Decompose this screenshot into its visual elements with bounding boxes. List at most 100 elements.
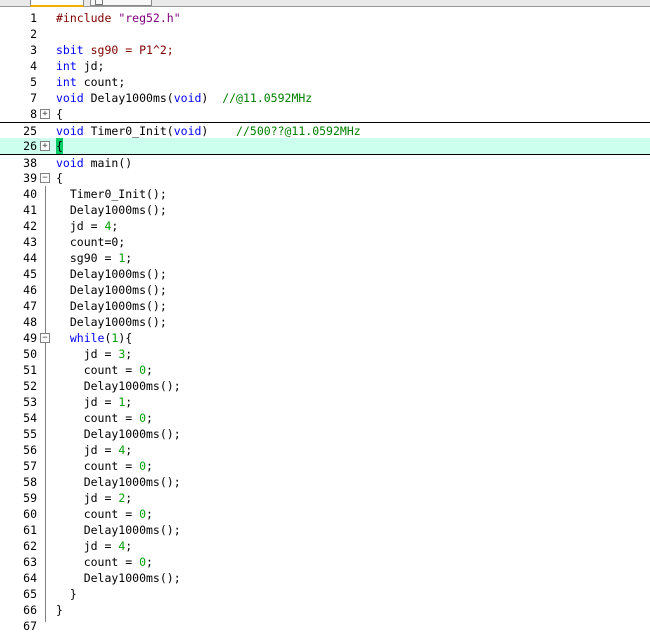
code-text: Delay1000ms(); <box>56 379 181 393</box>
code-line-54[interactable]: 54 count = 0; <box>0 410 650 426</box>
line-number: 65 <box>23 587 37 601</box>
line-number: 55 <box>23 427 37 441</box>
code-text: count = 0; <box>56 507 153 521</box>
code-line-5[interactable]: 5 int count; <box>0 74 650 90</box>
line-number: 42 <box>23 219 37 233</box>
code-line-53[interactable]: 53 jd = 1; <box>0 394 650 410</box>
line-number: 41 <box>23 203 37 217</box>
fold-expand-icon[interactable]: + <box>40 109 50 119</box>
code-line-41[interactable]: 41 Delay1000ms(); <box>0 202 650 218</box>
code-line-65[interactable]: 65 } <box>0 586 650 602</box>
code-line-39[interactable]: 39 − { <box>0 170 650 186</box>
code-text: Delay1000ms(); <box>56 427 181 441</box>
code-line-26[interactable]: 26 + { <box>0 138 650 154</box>
line-number: 38 <box>23 156 37 170</box>
code-text: Delay1000ms(); <box>56 315 167 329</box>
code-line-3[interactable]: 3 sbit sg90 = P1^2; <box>0 42 650 58</box>
code-line-8[interactable]: 8 + { <box>0 106 650 122</box>
code-line-52[interactable]: 52 Delay1000ms(); <box>0 378 650 394</box>
code-text: count = 0; <box>56 459 153 473</box>
code-text: { <box>56 171 63 185</box>
line-number: 5 <box>30 75 37 89</box>
line-number: 60 <box>23 507 37 521</box>
code-line-55[interactable]: 55 Delay1000ms(); <box>0 426 650 442</box>
code-text: int jd; <box>56 59 105 73</box>
code-text: Delay1000ms(); <box>56 299 167 313</box>
code-line-48[interactable]: 48 Delay1000ms(); <box>0 314 650 330</box>
code-text: Delay1000ms(); <box>56 523 181 537</box>
code-text: } <box>56 587 77 601</box>
code-text: jd = 3; <box>56 347 133 361</box>
line-number: 61 <box>23 523 37 537</box>
code-text: jd = 4; <box>56 443 133 457</box>
line-number: 66 <box>23 603 37 617</box>
code-line-44[interactable]: 44 sg90 = 1; <box>0 250 650 266</box>
line-number: 46 <box>23 283 37 297</box>
code-line-40[interactable]: 40 Timer0_Init(); <box>0 186 650 202</box>
fold-expand-icon[interactable]: + <box>40 141 50 151</box>
line-number: 4 <box>30 59 37 73</box>
code-text: jd = 1; <box>56 395 133 409</box>
code-text: void Delay1000ms(void) //@11.0592MHz <box>56 91 313 105</box>
line-number: 64 <box>23 571 37 585</box>
code-line-1[interactable]: 1 #include "reg52.h" <box>0 10 650 26</box>
code-line-61[interactable]: 61 Delay1000ms(); <box>0 522 650 538</box>
code-text: count = 0; <box>56 555 153 569</box>
line-number: 8 <box>30 107 37 121</box>
code-line-4[interactable]: 4 int jd; <box>0 58 650 74</box>
code-text: count = 0; <box>56 363 153 377</box>
code-text: count=0; <box>56 235 126 249</box>
code-text: jd = 4; <box>56 539 133 553</box>
line-number: 39 <box>23 171 37 185</box>
line-number: 50 <box>23 347 37 361</box>
code-line-46[interactable]: 46 Delay1000ms(); <box>0 282 650 298</box>
code-text: jd = 4; <box>56 219 119 233</box>
line-number: 2 <box>30 27 37 41</box>
code-text: count = 0; <box>56 411 153 425</box>
fold-collapse-icon[interactable]: − <box>40 173 50 183</box>
line-number: 1 <box>30 11 37 25</box>
code-text: { <box>56 138 63 154</box>
line-number: 3 <box>30 43 37 57</box>
code-line-2[interactable]: 2 <box>0 26 650 42</box>
code-line-7[interactable]: 7 void Delay1000ms(void) //@11.0592MHz <box>0 90 650 106</box>
fold-collapse-icon[interactable]: − <box>40 333 50 343</box>
line-number: 25 <box>23 124 37 138</box>
code-text: int count; <box>56 75 126 89</box>
line-number: 57 <box>23 459 37 473</box>
line-number: 58 <box>23 475 37 489</box>
code-line-38[interactable]: 38 void main() <box>0 154 650 171</box>
code-text: jd = 2; <box>56 491 133 505</box>
code-line-60[interactable]: 60 count = 0; <box>0 506 650 522</box>
code-text: } <box>56 603 63 617</box>
line-number: 45 <box>23 267 37 281</box>
code-line-50[interactable]: 50 jd = 3; <box>0 346 650 362</box>
code-line-64[interactable]: 64 Delay1000ms(); <box>0 570 650 586</box>
code-text: Delay1000ms(); <box>56 571 181 585</box>
code-line-25[interactable]: 25 void Timer0_Init(void) //500??@11.059… <box>0 122 650 139</box>
code-line-62[interactable]: 62 jd = 4; <box>0 538 650 554</box>
code-line-57[interactable]: 57 count = 0; <box>0 458 650 474</box>
code-line-66[interactable]: 66} <box>0 602 650 618</box>
code-line-59[interactable]: 59 jd = 2; <box>0 490 650 506</box>
line-number: 43 <box>23 235 37 249</box>
code-editor[interactable]: 1 #include "reg52.h" 2 3 sbit sg90 = P1^… <box>0 6 650 636</box>
line-number: 40 <box>23 187 37 201</box>
code-line-47[interactable]: 47 Delay1000ms(); <box>0 298 650 314</box>
code-line-56[interactable]: 56 jd = 4; <box>0 442 650 458</box>
line-number: 59 <box>23 491 37 505</box>
line-number: 47 <box>23 299 37 313</box>
code-line-67[interactable]: 67 <box>0 618 650 634</box>
code-line-51[interactable]: 51 count = 0; <box>0 362 650 378</box>
code-line-42[interactable]: 42 jd = 4; <box>0 218 650 234</box>
code-line-58[interactable]: 58 Delay1000ms(); <box>0 474 650 490</box>
line-number: 44 <box>23 251 37 265</box>
line-number: 67 <box>23 619 37 633</box>
code-line-45[interactable]: 45 Delay1000ms(); <box>0 266 650 282</box>
code-text: Timer0_Init(); <box>56 187 167 201</box>
code-line-43[interactable]: 43 count=0; <box>0 234 650 250</box>
line-number: 51 <box>23 363 37 377</box>
code-text: while(1){ <box>69 331 133 345</box>
code-line-63[interactable]: 63 count = 0; <box>0 554 650 570</box>
code-line-49[interactable]: 49− while(1){ <box>0 330 650 346</box>
